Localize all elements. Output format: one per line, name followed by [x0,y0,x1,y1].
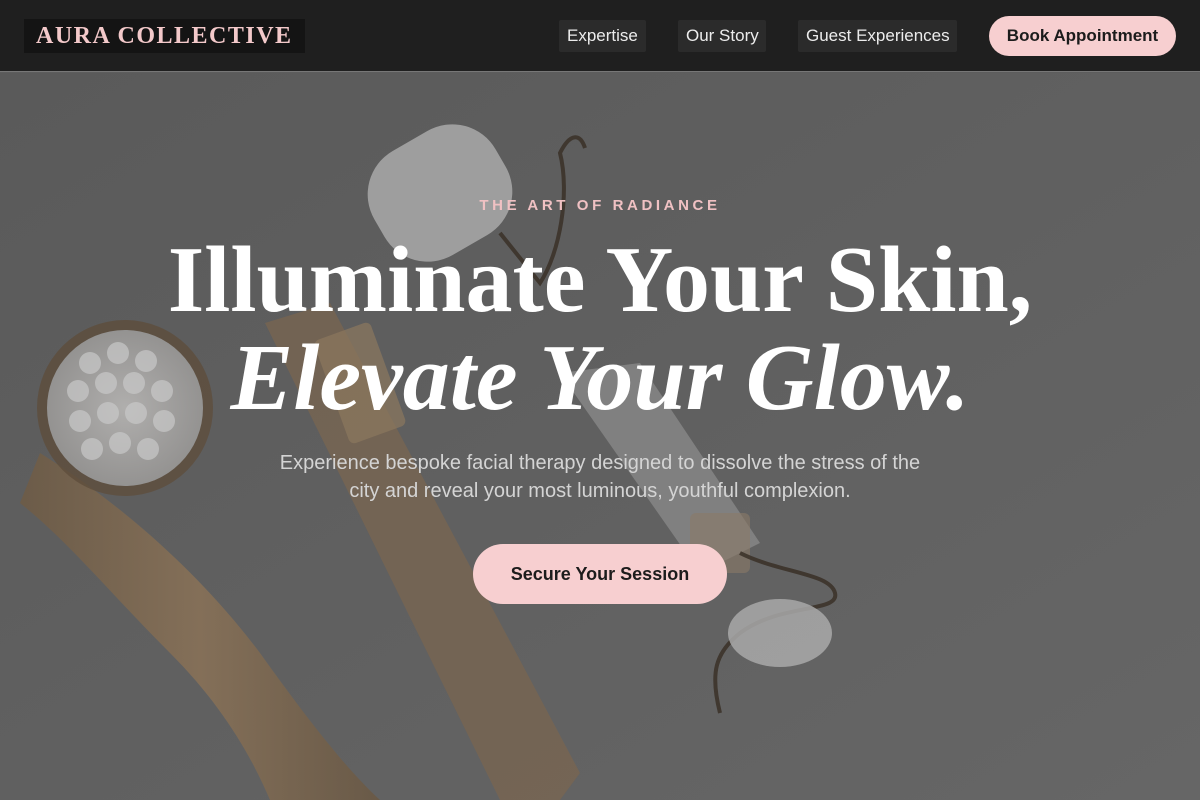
nav-link-guest-experiences[interactable]: Guest Experiences [798,20,957,52]
hero-eyebrow: THE ART OF RADIANCE [479,197,721,214]
landing-page: AURA COLLECTIVE Expertise Our Story Gues… [0,0,1200,800]
nav-link-expertise[interactable]: Expertise [559,20,646,52]
hero-subtext: Experience bespoke facial therapy design… [279,452,921,502]
nav-link-our-story[interactable]: Our Story [678,20,766,52]
hero-section: THE ART OF RADIANCE Illuminate Your Skin… [0,0,1200,800]
secure-session-button[interactable]: Secure Your Session [473,544,727,604]
site-header: AURA COLLECTIVE Expertise Our Story Gues… [0,0,1200,72]
brand-logo[interactable]: AURA COLLECTIVE [24,19,305,53]
hero-headline-line-2: Elevate Your Glow. [230,326,970,430]
hero-headline-line-1: Illuminate Your Skin, [167,228,1033,332]
book-appointment-button[interactable]: Book Appointment [989,16,1176,56]
